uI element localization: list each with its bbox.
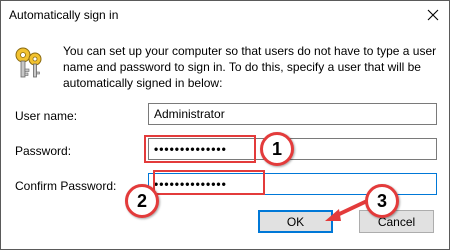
password-value: •••••••••••••• xyxy=(154,142,227,156)
step-1-badge: 1 xyxy=(260,132,294,166)
title-bar: Automatically sign in xyxy=(1,1,449,29)
user-name-value: Administrator xyxy=(154,107,225,121)
step-3-badge: 3 xyxy=(365,184,399,218)
close-icon xyxy=(427,9,439,21)
arrow-icon xyxy=(325,199,369,221)
keys-icon xyxy=(15,47,42,78)
confirm-password-value: •••••••••••••• xyxy=(154,177,227,191)
user-name-field[interactable]: Administrator xyxy=(148,103,437,125)
dialog-title: Automatically sign in xyxy=(9,8,119,22)
user-name-label: User name: xyxy=(15,109,78,123)
auto-signin-dialog: Automatically sign in You can set up you… xyxy=(0,0,450,250)
password-label: Password: xyxy=(15,144,72,158)
close-button[interactable] xyxy=(417,1,449,29)
step-2-badge: 2 xyxy=(125,184,159,218)
ok-button-label: OK xyxy=(286,214,305,229)
dialog-description: You can set up your computer so that use… xyxy=(63,44,437,90)
confirm-password-label: Confirm Password: xyxy=(15,179,117,193)
